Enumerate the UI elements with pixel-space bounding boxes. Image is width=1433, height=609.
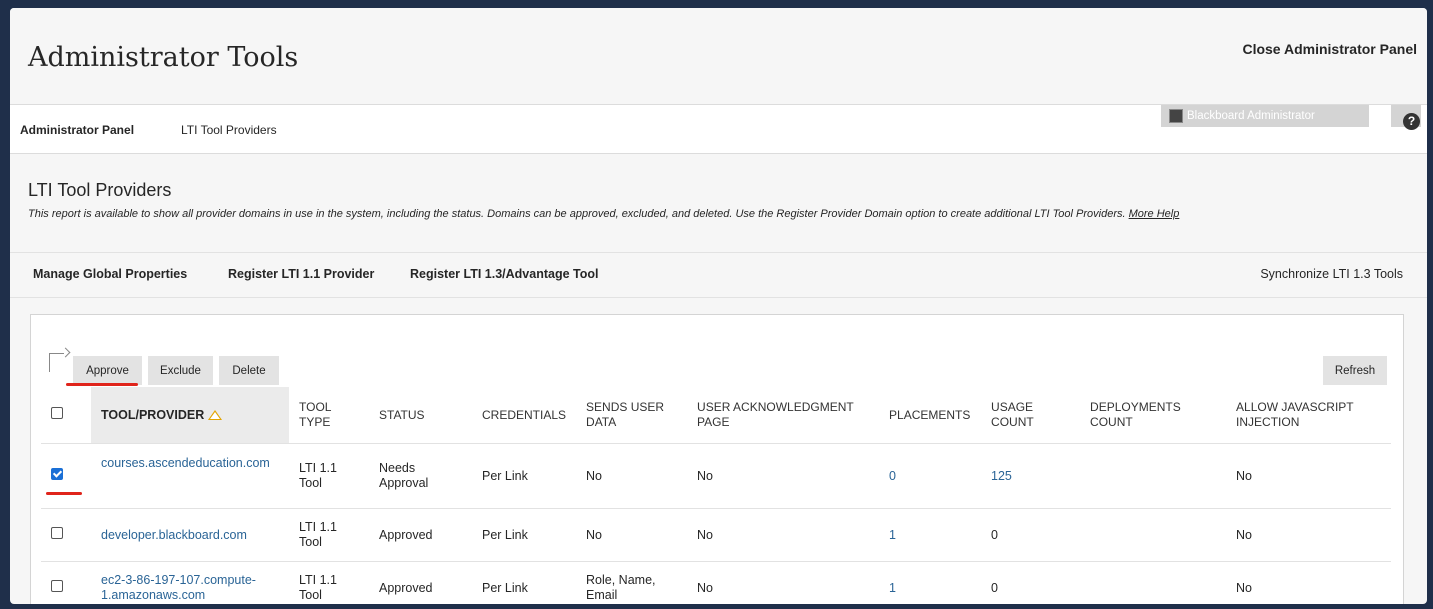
ack-page-cell: No [687, 508, 880, 562]
usage-count-link[interactable]: 125 [991, 469, 1012, 483]
register-lti13-tool-button[interactable]: Register LTI 1.3/Advantage Tool [410, 267, 598, 281]
table-row: courses.ascendeducation.com LTI 1.1 Tool… [41, 443, 1391, 509]
credentials-cell: Per Link [472, 443, 577, 509]
deployments-count-cell [1080, 443, 1227, 509]
select-arrow-icon [49, 353, 64, 372]
placements-link[interactable]: 1 [889, 528, 896, 542]
provider-link[interactable]: courses.ascendeducation.com [101, 456, 270, 470]
sends-user-data-cell: No [576, 443, 688, 509]
breadcrumb-lti-tool-providers: LTI Tool Providers [181, 123, 277, 137]
close-admin-panel-link[interactable]: Close Administrator Panel [1242, 41, 1417, 57]
placements-link[interactable]: 0 [889, 469, 896, 483]
synchronize-lti13-tools-button[interactable]: Synchronize LTI 1.3 Tools [1260, 267, 1403, 281]
description-text: This report is available to show all pro… [28, 208, 1126, 220]
header-provider[interactable]: TOOL/PROVIDER [91, 387, 289, 444]
status-cell: Approved [369, 508, 472, 562]
row-checkbox[interactable] [51, 527, 63, 539]
row-select-cell [41, 561, 91, 604]
allow-js-cell: No [1226, 508, 1391, 562]
tool-type-cell: LTI 1.1 Tool [289, 561, 369, 604]
annotation-underline-checkbox [46, 492, 82, 495]
breadcrumb: Administrator Panel LTI Tool Providers B… [10, 104, 1427, 154]
ack-page-cell: No [687, 561, 880, 604]
credentials-cell: Per Link [472, 508, 577, 562]
table-row: developer.blackboard.com LTI 1.1 Tool Ap… [41, 508, 1391, 562]
page-title: Administrator Tools [28, 42, 299, 73]
deployments-count-cell [1080, 508, 1227, 562]
sends-user-data-cell: No [576, 508, 688, 562]
user-name: Blackboard Administrator [1187, 110, 1315, 122]
section-description: This report is available to show all pro… [28, 208, 1179, 220]
header-status: STATUS [369, 387, 472, 444]
provider-cell: ec2-3-86-197-107.compute-1.amazonaws.com [91, 561, 289, 604]
annotation-underline-approve [66, 383, 138, 386]
breadcrumb-admin-panel[interactable]: Administrator Panel [20, 123, 134, 137]
status-cell: Needs Approval [369, 443, 472, 509]
allow-js-cell: No [1226, 443, 1391, 509]
row-select-cell [41, 508, 91, 562]
credentials-cell: Per Link [472, 561, 577, 604]
table-header-row: TOOL/PROVIDER TOOL TYPE STATUS CREDENTIA… [41, 387, 1391, 444]
delete-button[interactable]: Delete [219, 356, 279, 385]
row-checkbox[interactable] [51, 580, 63, 592]
sort-ascending-icon [208, 410, 223, 421]
placements-link[interactable]: 1 [889, 581, 896, 595]
header-usage-count: USAGE COUNT [981, 387, 1081, 444]
usage-count-cell: 0 [981, 508, 1081, 562]
top-header: Administrator Tools Close Administrator … [10, 8, 1427, 104]
approve-button[interactable]: Approve [73, 356, 142, 385]
allow-js-cell: No [1226, 561, 1391, 604]
table-row: ec2-3-86-197-107.compute-1.amazonaws.com… [41, 561, 1391, 604]
exclude-button[interactable]: Exclude [148, 356, 213, 385]
ack-page-cell: No [687, 443, 880, 509]
avatar [1169, 108, 1183, 123]
provider-cell: developer.blackboard.com [91, 508, 289, 562]
placements-cell: 1 [879, 508, 982, 562]
user-menu[interactable]: Blackboard Administrator [1161, 105, 1369, 127]
header-provider-label: TOOL/PROVIDER [101, 407, 205, 422]
select-all-checkbox[interactable] [51, 407, 63, 419]
header-credentials: CREDENTIALS [472, 387, 577, 444]
header-tool-type: TOOL TYPE [289, 387, 369, 444]
usage-count-cell: 0 [981, 561, 1081, 604]
register-lti11-provider-button[interactable]: Register LTI 1.1 Provider [228, 267, 374, 281]
header-placements: PLACEMENTS [879, 387, 982, 444]
manage-global-properties-button[interactable]: Manage Global Properties [33, 267, 187, 281]
header-allow-js: ALLOW JAVASCRIPT INJECTION [1226, 387, 1391, 444]
providers-panel: Approve Exclude Delete Refresh TOOL/PROV… [30, 314, 1404, 604]
app-window: Administrator Tools Close Administrator … [8, 6, 1429, 606]
providers-table: TOOL/PROVIDER TOOL TYPE STATUS CREDENTIA… [41, 387, 1391, 604]
header-ack-page: USER ACKNOWLEDGMENT PAGE [687, 387, 880, 444]
usage-count-cell: 125 [981, 443, 1081, 509]
select-all-cell [41, 387, 91, 444]
provider-link[interactable]: ec2-3-86-197-107.compute-1.amazonaws.com [101, 573, 256, 602]
help-icon: ? [1403, 113, 1420, 130]
action-bar: Manage Global Properties Register LTI 1.… [10, 252, 1427, 298]
provider-cell: courses.ascendeducation.com [91, 443, 289, 509]
row-select-cell [41, 443, 91, 509]
status-cell: Approved [369, 561, 472, 604]
provider-link[interactable]: developer.blackboard.com [101, 528, 247, 542]
placements-cell: 1 [879, 561, 982, 604]
row-checkbox[interactable] [51, 468, 63, 480]
section-title: LTI Tool Providers [28, 180, 172, 200]
more-help-link[interactable]: More Help [1129, 208, 1180, 220]
tool-type-cell: LTI 1.1 Tool [289, 443, 369, 509]
header-sends-user-data: SENDS USER DATA [576, 387, 688, 444]
refresh-button[interactable]: Refresh [1323, 356, 1387, 385]
tool-type-cell: LTI 1.1 Tool [289, 508, 369, 562]
deployments-count-cell [1080, 561, 1227, 604]
sends-user-data-cell: Role, Name, Email [576, 561, 688, 604]
placements-cell: 0 [879, 443, 982, 509]
header-deployments-count: DEPLOYMENTS COUNT [1080, 387, 1227, 444]
help-button[interactable]: ? [1391, 105, 1421, 130]
